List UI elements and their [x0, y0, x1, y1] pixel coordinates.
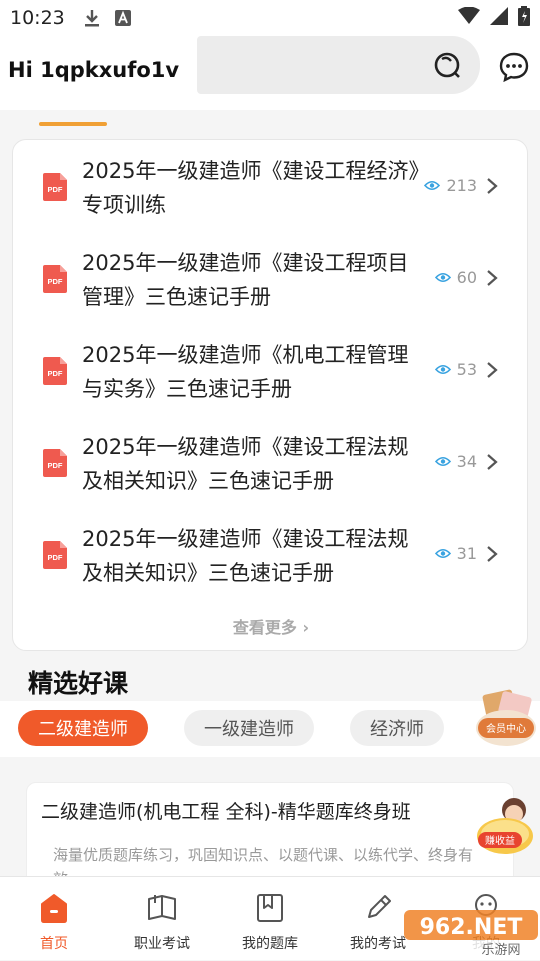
earn-badge-label: 赚收益: [485, 834, 515, 847]
greeting-text: Hi 1qpkxufo1v: [8, 58, 180, 82]
document-item[interactable]: PDF 2025年一级建造师《机电工程管理与实务》三色速记手册 53: [13, 324, 529, 414]
eye-icon: [434, 548, 451, 559]
course-title: 二级建造师(机电工程 全科)-精华题库终身班: [41, 801, 411, 823]
view-count: 213: [424, 176, 477, 195]
watermark-text: 962.NET: [420, 915, 523, 940]
home-icon: [41, 894, 67, 923]
eye-icon: [424, 180, 441, 191]
document-title: 2025年一级建造师《建设工程法规及相关知识》三色速记手册: [82, 527, 409, 585]
watermark-sub: 乐游网: [481, 943, 520, 958]
view-count: 31: [434, 544, 477, 563]
nav-label: 我的题库: [242, 936, 298, 952]
book-icon: [148, 895, 176, 920]
site-watermark: 962.NET 乐游网: [404, 910, 538, 958]
status-bar: 10:23: [0, 0, 540, 36]
chevron-right-icon: [487, 454, 498, 470]
pdf-icon: PDF: [43, 541, 67, 569]
pdf-icon: PDF: [43, 357, 67, 385]
nav-career-exam[interactable]: 职业考试: [108, 877, 216, 961]
earn-income-badge[interactable]: 赚收益: [472, 792, 538, 862]
pdf-label: PDF: [48, 369, 63, 378]
document-title: 2025年一级建造师《建设工程法规及相关知识》三色速记手册: [82, 435, 409, 493]
document-item[interactable]: PDF 2025年一级建造师《建设工程经济》专项训练 213: [13, 140, 529, 230]
font-icon: [114, 10, 131, 26]
search-bar[interactable]: [197, 36, 480, 94]
pdf-icon: PDF: [43, 265, 67, 293]
eye-icon: [434, 364, 451, 375]
chevron-right-icon: [487, 546, 498, 562]
nav-label: 首页: [40, 936, 68, 952]
battery-icon: [518, 5, 530, 31]
chevron-right-icon: [487, 178, 498, 194]
search-icon[interactable]: [430, 48, 466, 84]
status-time: 10:23: [10, 7, 65, 29]
download-icon: [83, 8, 101, 28]
eye-icon: [434, 272, 451, 283]
document-title: 2025年一级建造师《建设工程经济》专项训练: [82, 159, 419, 217]
category-pill[interactable]: 经济师: [350, 710, 444, 746]
document-list-card: PDF 2025年一级建造师《建设工程经济》专项训练 213 PDF 2025年…: [12, 139, 528, 651]
header: Hi 1qpkxufo1v: [0, 36, 540, 110]
document-title: 2025年一级建造师《建设工程项目管理》三色速记手册: [82, 251, 409, 309]
view-count-value: 60: [456, 268, 477, 287]
bookmark-icon: [257, 894, 283, 922]
view-count: 34: [434, 452, 477, 471]
pencil-icon: [368, 895, 391, 918]
chevron-right-icon: [487, 362, 498, 378]
section-title: 精选好课: [28, 669, 129, 698]
tab-strip: [0, 110, 540, 132]
nav-home[interactable]: 首页: [0, 877, 108, 961]
eye-icon: [434, 456, 451, 467]
pdf-label: PDF: [48, 553, 63, 562]
pdf-icon: PDF: [43, 449, 67, 477]
view-count-value: 34: [456, 452, 477, 471]
nav-label: 我的考试: [350, 936, 406, 952]
chevron-right-icon: [487, 270, 498, 286]
tab-active-indicator: [39, 122, 107, 126]
category-pill-active[interactable]: 二级建造师: [18, 710, 148, 746]
document-item[interactable]: PDF 2025年一级建造师《建设工程法规及相关知识》三色速记手册 31: [13, 508, 529, 598]
view-more-link[interactable]: 查看更多 ›: [13, 614, 529, 638]
vip-center-badge[interactable]: 会员中心: [474, 688, 540, 750]
view-count-value: 53: [456, 360, 477, 379]
document-item[interactable]: PDF 2025年一级建造师《建设工程法规及相关知识》三色速记手册 34: [13, 416, 529, 506]
view-count: 53: [434, 360, 477, 379]
view-count-value: 213: [446, 176, 477, 195]
signal-icon: [490, 6, 508, 30]
vip-badge-label: 会员中心: [486, 722, 526, 735]
wifi-icon: [458, 6, 480, 30]
document-title: 2025年一级建造师《机电工程管理与实务》三色速记手册: [82, 343, 409, 401]
pdf-label: PDF: [48, 185, 63, 194]
pdf-label: PDF: [48, 277, 63, 286]
pdf-label: PDF: [48, 461, 63, 470]
document-item[interactable]: PDF 2025年一级建造师《建设工程项目管理》三色速记手册 60: [13, 232, 529, 322]
view-count: 60: [434, 268, 477, 287]
category-pill-bar: 二级建造师 一级建造师 经济师: [0, 701, 540, 757]
category-pill[interactable]: 一级建造师: [184, 710, 314, 746]
message-icon[interactable]: [498, 51, 530, 83]
nav-my-questions[interactable]: 我的题库: [216, 877, 324, 961]
view-count-value: 31: [456, 544, 477, 563]
pdf-icon: PDF: [43, 173, 67, 201]
nav-label: 职业考试: [134, 936, 190, 952]
